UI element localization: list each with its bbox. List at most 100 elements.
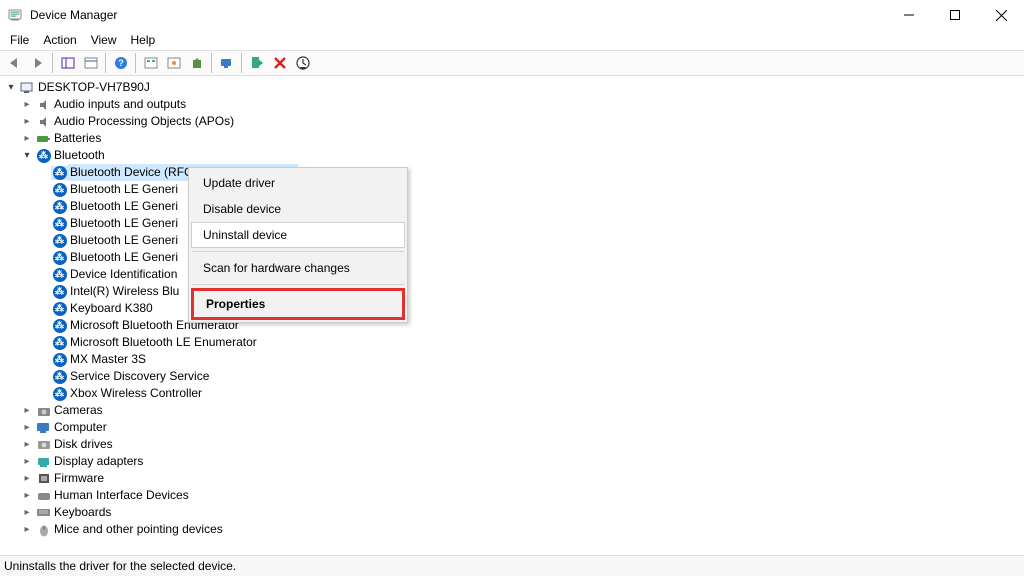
show-hide-tree-button[interactable] [56,52,79,74]
tree-category-row[interactable]: ▸ Batteries [3,130,1024,147]
tree-item-label: Batteries [52,130,103,147]
status-text: Uninstalls the driver for the selected d… [4,559,236,573]
toolbar-separator [52,53,53,73]
action-toolbar-button-1[interactable] [139,52,162,74]
toolbar-separator [105,53,106,73]
tree-item-label: Bluetooth LE Generi [68,198,180,215]
tree-item-label: Bluetooth LE Generi [68,181,180,198]
expand-icon[interactable]: ▸ [19,470,35,487]
minimize-button[interactable] [886,0,932,30]
back-button[interactable] [3,52,26,74]
tree-item-label: Xbox Wireless Controller [68,385,204,402]
bluetooth-icon: ⁂ [51,183,68,197]
ctx-scan-hardware[interactable]: Scan for hardware changes [191,255,405,281]
tree-device-row[interactable]: ⁂Service Discovery Service [3,368,1024,385]
scan-hardware-toolbar-button[interactable] [215,52,238,74]
app-icon [7,7,23,23]
tree-device-row[interactable]: ⁂Device Identification [3,266,1024,283]
properties-toolbar-button[interactable] [79,52,102,74]
expand-icon[interactable]: ▸ [19,96,35,113]
tree-category-row[interactable]: ▸ Firmware [3,470,1024,487]
menu-help[interactable]: Help [124,31,163,49]
bluetooth-icon: ⁂ [35,149,52,163]
menu-view[interactable]: View [84,31,124,49]
bluetooth-icon: ⁂ [51,370,68,384]
tree-item-label: Firmware [52,470,106,487]
tree-item-label: Bluetooth LE Generi [68,215,180,232]
ctx-properties-label: Properties [206,297,265,311]
ctx-uninstall-device[interactable]: Uninstall device [191,222,405,248]
expand-icon[interactable]: ▸ [19,419,35,436]
expand-icon[interactable]: ▸ [19,402,35,419]
menu-action[interactable]: Action [36,31,83,49]
tree-item-label: Device Identification [68,266,179,283]
tree-device-row[interactable]: ⁂MX Master 3S [3,351,1024,368]
tree-category-row[interactable]: ▸ Keyboards [3,504,1024,521]
expand-icon[interactable]: ▸ [19,130,35,147]
svg-text:?: ? [118,58,124,68]
tree-device-row[interactable]: ⁂Bluetooth LE Generi [3,198,1024,215]
collapse-icon[interactable]: ▾ [19,147,35,164]
expand-icon[interactable]: ▸ [19,453,35,470]
tree-item-label: Mice and other pointing devices [52,521,225,538]
tree-device-row[interactable]: ⁂Bluetooth LE Generi [3,181,1024,198]
tree-device-row[interactable]: ⁂Bluetooth LE Generi [3,249,1024,266]
enable-device-toolbar-button[interactable] [245,52,268,74]
tree-device-row[interactable]: ⁂Keyboard K380 [3,300,1024,317]
tree-device-row[interactable]: ⁂Xbox Wireless Controller [3,385,1024,402]
close-button[interactable] [978,0,1024,30]
tree-item-label: Cameras [52,402,105,419]
expand-icon[interactable]: ▸ [19,487,35,504]
bluetooth-icon: ⁂ [51,268,68,282]
bluetooth-icon: ⁂ [51,319,68,333]
tree-device-row[interactable]: ⁂Microsoft Bluetooth LE Enumerator [3,334,1024,351]
tree-category-bluetooth[interactable]: ▾ ⁂ Bluetooth [3,147,1024,164]
maximize-button[interactable] [932,0,978,30]
status-bar: Uninstalls the driver for the selected d… [0,555,1024,576]
forward-button[interactable] [26,52,49,74]
menu-bar: File Action View Help [0,30,1024,50]
tree-item-label: Disk drives [52,436,115,453]
tree-category-row[interactable]: ▸ Mice and other pointing devices [3,521,1024,538]
ctx-properties[interactable]: Properties [191,288,405,320]
tree-root-row[interactable]: ▾ DESKTOP-VH7B90J [3,79,1024,96]
expand-icon[interactable]: ▾ [3,79,19,96]
tree-category-row[interactable]: ▸Display adapters [3,453,1024,470]
tree-category-row[interactable]: ▸ Audio inputs and outputs [3,96,1024,113]
uninstall-toolbar-button[interactable] [268,52,291,74]
tree-device-row[interactable]: ⁂Microsoft Bluetooth Enumerator [3,317,1024,334]
disable-device-toolbar-button[interactable] [291,52,314,74]
tree-category-row[interactable]: ▸Human Interface Devices [3,487,1024,504]
tree-item-label: Service Discovery Service [68,368,211,385]
expand-icon[interactable]: ▸ [19,436,35,453]
toolbar-separator [241,53,242,73]
ctx-disable-device[interactable]: Disable device [191,196,405,222]
bluetooth-icon: ⁂ [51,200,68,214]
battery-icon [35,133,52,145]
display-adapter-icon [35,456,52,468]
action-toolbar-button-2[interactable] [162,52,185,74]
tree-device-row[interactable]: ⁂Bluetooth LE Generi [3,232,1024,249]
computer-root-icon [19,81,36,95]
help-toolbar-button[interactable]: ? [109,52,132,74]
title-bar: Device Manager [0,0,1024,30]
window-title: Device Manager [30,8,117,22]
tree-device-row[interactable]: ⁂Bluetooth LE Generi [3,215,1024,232]
ctx-update-driver[interactable]: Update driver [191,170,405,196]
menu-file[interactable]: File [3,31,36,49]
bluetooth-icon: ⁂ [51,285,68,299]
tree-category-row[interactable]: ▸ Audio Processing Objects (APOs) [3,113,1024,130]
device-tree[interactable]: ▾ DESKTOP-VH7B90J ▸ Audio inputs and out… [0,76,1024,555]
tree-item-label: Keyboards [52,504,113,521]
bluetooth-icon: ⁂ [51,353,68,367]
tree-category-row[interactable]: ▸ Disk drives [3,436,1024,453]
tree-category-row[interactable]: ▸Computer [3,419,1024,436]
expand-icon[interactable]: ▸ [19,113,35,130]
hid-icon [35,490,52,502]
expand-icon[interactable]: ▸ [19,504,35,521]
expand-icon[interactable]: ▸ [19,521,35,538]
tree-device-row[interactable]: ⁂Intel(R) Wireless Blu [3,283,1024,300]
update-driver-toolbar-button[interactable] [185,52,208,74]
tree-category-row[interactable]: ▸ Cameras [3,402,1024,419]
tree-device-row-selected[interactable]: ⁂ Bluetooth Device (RFCOMM Protocol TDI) [3,164,1024,181]
